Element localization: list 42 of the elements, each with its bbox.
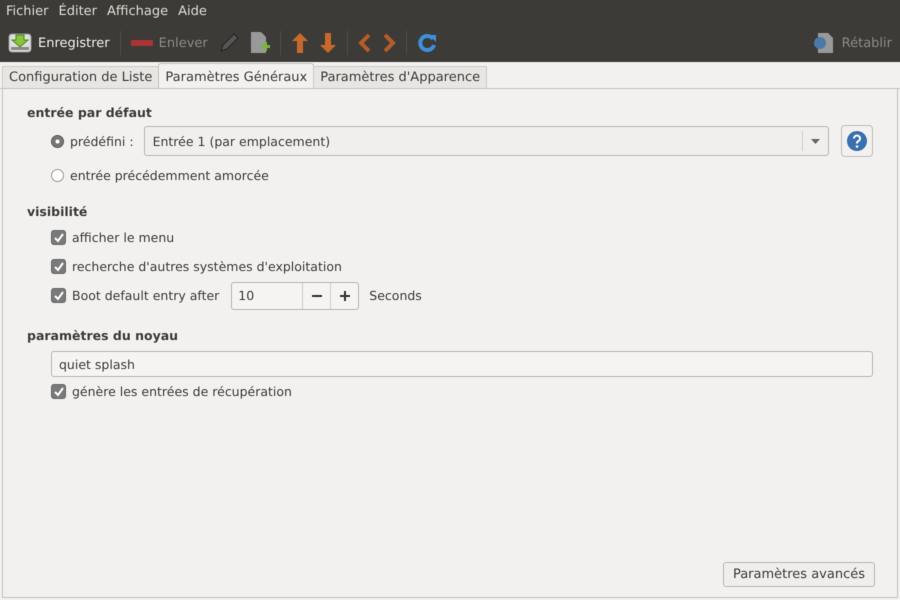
radio-label: prédéfini : <box>70 134 134 148</box>
download-icon <box>8 32 32 54</box>
checkbox-label: afficher le menu <box>72 230 174 245</box>
plus-icon <box>340 290 350 300</box>
arrow-down-icon[interactable] <box>318 32 337 54</box>
refresh-icon[interactable] <box>416 33 437 53</box>
tab[interactable]: Paramètres d'Apparence <box>313 66 488 88</box>
advanced-settings-button[interactable]: Paramètres avancés <box>722 562 875 587</box>
chevron-left-icon[interactable] <box>358 33 372 53</box>
dropdown[interactable]: Entrée 1 (par emplacement) <box>144 126 829 156</box>
radio-label: entrée précédemment amorcée <box>70 168 269 182</box>
menu-item[interactable]: Affichage <box>107 4 168 22</box>
checkbox[interactable] <box>51 259 66 274</box>
document-icon <box>812 31 836 55</box>
help-icon <box>846 130 868 152</box>
dropdown-caret-icon <box>811 138 820 144</box>
number-spinner[interactable]: 10 <box>231 282 360 310</box>
minus-icon <box>130 39 153 47</box>
checkbox[interactable] <box>51 230 66 245</box>
menu-item[interactable]: Aide <box>178 4 207 22</box>
checkbox-label: génère les entrées de récupération <box>72 384 292 399</box>
minus-icon <box>312 294 322 296</box>
input-field[interactable]: quiet splash <box>51 351 873 377</box>
unit-label: Seconds <box>369 288 422 303</box>
checkbox-label: Boot default entry after <box>72 288 220 303</box>
arrow-up-icon[interactable] <box>290 32 309 54</box>
menu-item[interactable]: Fichier <box>6 4 48 22</box>
save-button[interactable]: Enregistrer <box>8 32 110 54</box>
checkbox-label: recherche d'autres systèmes d'exploitation <box>72 259 342 274</box>
new-file-icon[interactable] <box>250 31 270 55</box>
chevron-right-icon[interactable] <box>382 33 396 53</box>
section-heading: entrée par défaut <box>27 105 153 120</box>
section-heading: visibilité <box>27 204 88 219</box>
tab[interactable]: Paramètres Généraux <box>158 63 314 88</box>
checkbox[interactable] <box>51 288 66 303</box>
tab[interactable]: Configuration de Liste <box>2 66 160 88</box>
menu-item[interactable]: Éditer <box>58 4 98 22</box>
checkbox[interactable] <box>51 384 66 399</box>
radio-button[interactable] <box>51 134 64 148</box>
help-button[interactable] <box>841 125 873 157</box>
radio-button[interactable] <box>51 168 64 182</box>
section-heading: paramètres du noyau <box>27 328 180 343</box>
